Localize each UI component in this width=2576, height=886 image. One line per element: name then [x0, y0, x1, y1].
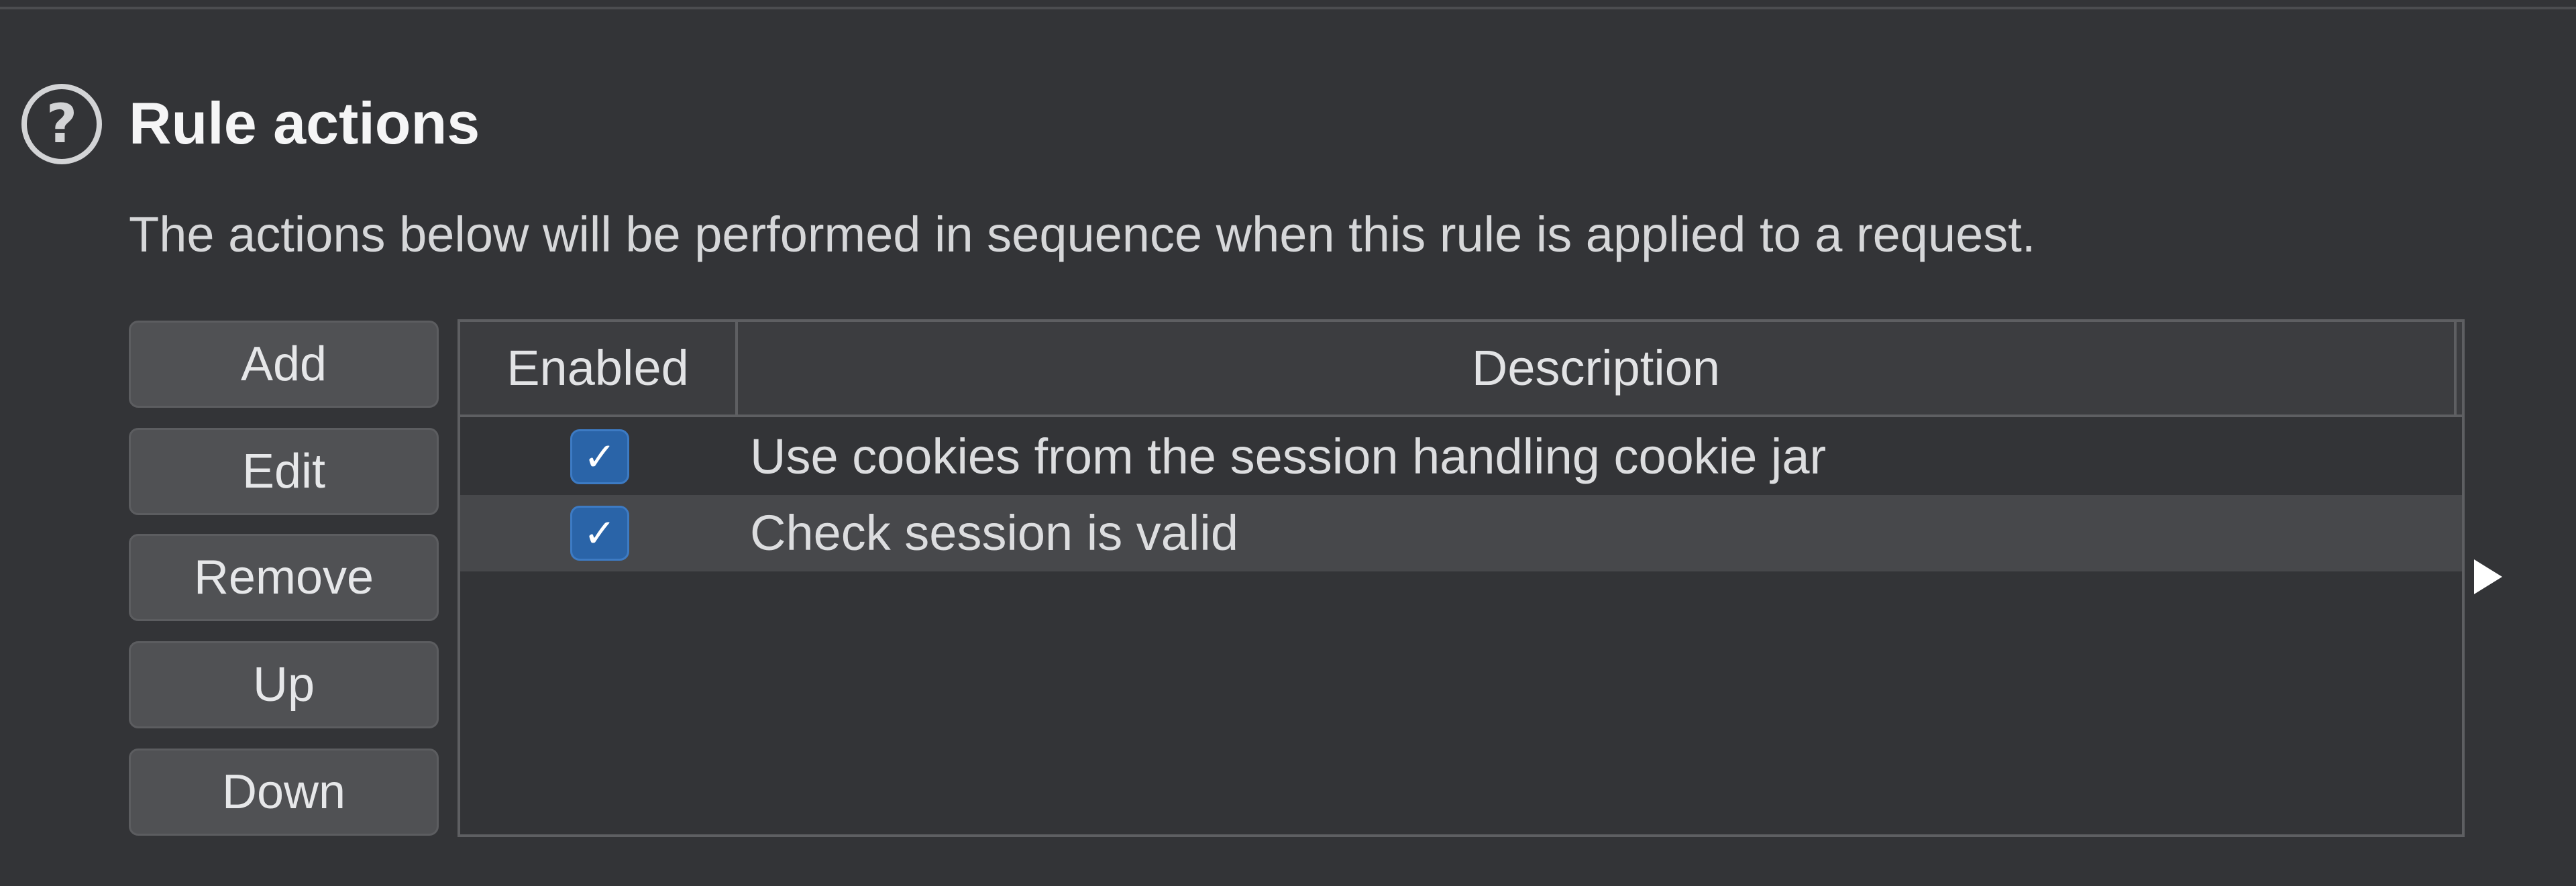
top-divider: [0, 7, 2576, 9]
down-button[interactable]: Down: [129, 749, 439, 836]
column-header-description[interactable]: Description: [738, 322, 2457, 414]
question-circle-icon[interactable]: ?: [21, 84, 102, 164]
section-title: Rule actions: [129, 90, 480, 156]
row-description: Check session is valid: [750, 505, 1238, 561]
remove-button[interactable]: Remove: [129, 534, 439, 621]
up-button[interactable]: Up: [129, 641, 439, 728]
row-description: Use cookies from the session handling co…: [750, 429, 1827, 484]
table-row[interactable]: ✓ Check session is valid: [460, 495, 2462, 571]
section-description: The actions below will be performed in s…: [129, 207, 2036, 262]
column-header-enabled[interactable]: Enabled: [460, 322, 738, 414]
enabled-checkbox[interactable]: ✓: [570, 429, 629, 484]
edit-button[interactable]: Edit: [129, 428, 439, 515]
rule-actions-panel: ? Rule actions The actions below will be…: [0, 0, 2576, 886]
triangle-right-icon[interactable]: [2474, 559, 2502, 594]
enabled-checkbox[interactable]: ✓: [570, 506, 629, 561]
add-button[interactable]: Add: [129, 321, 439, 408]
rule-actions-table[interactable]: Enabled Description ✓ Use cookies from t…: [458, 319, 2465, 837]
table-header: Enabled Description: [460, 322, 2462, 417]
table-row[interactable]: ✓ Use cookies from the session handling …: [460, 419, 2462, 495]
